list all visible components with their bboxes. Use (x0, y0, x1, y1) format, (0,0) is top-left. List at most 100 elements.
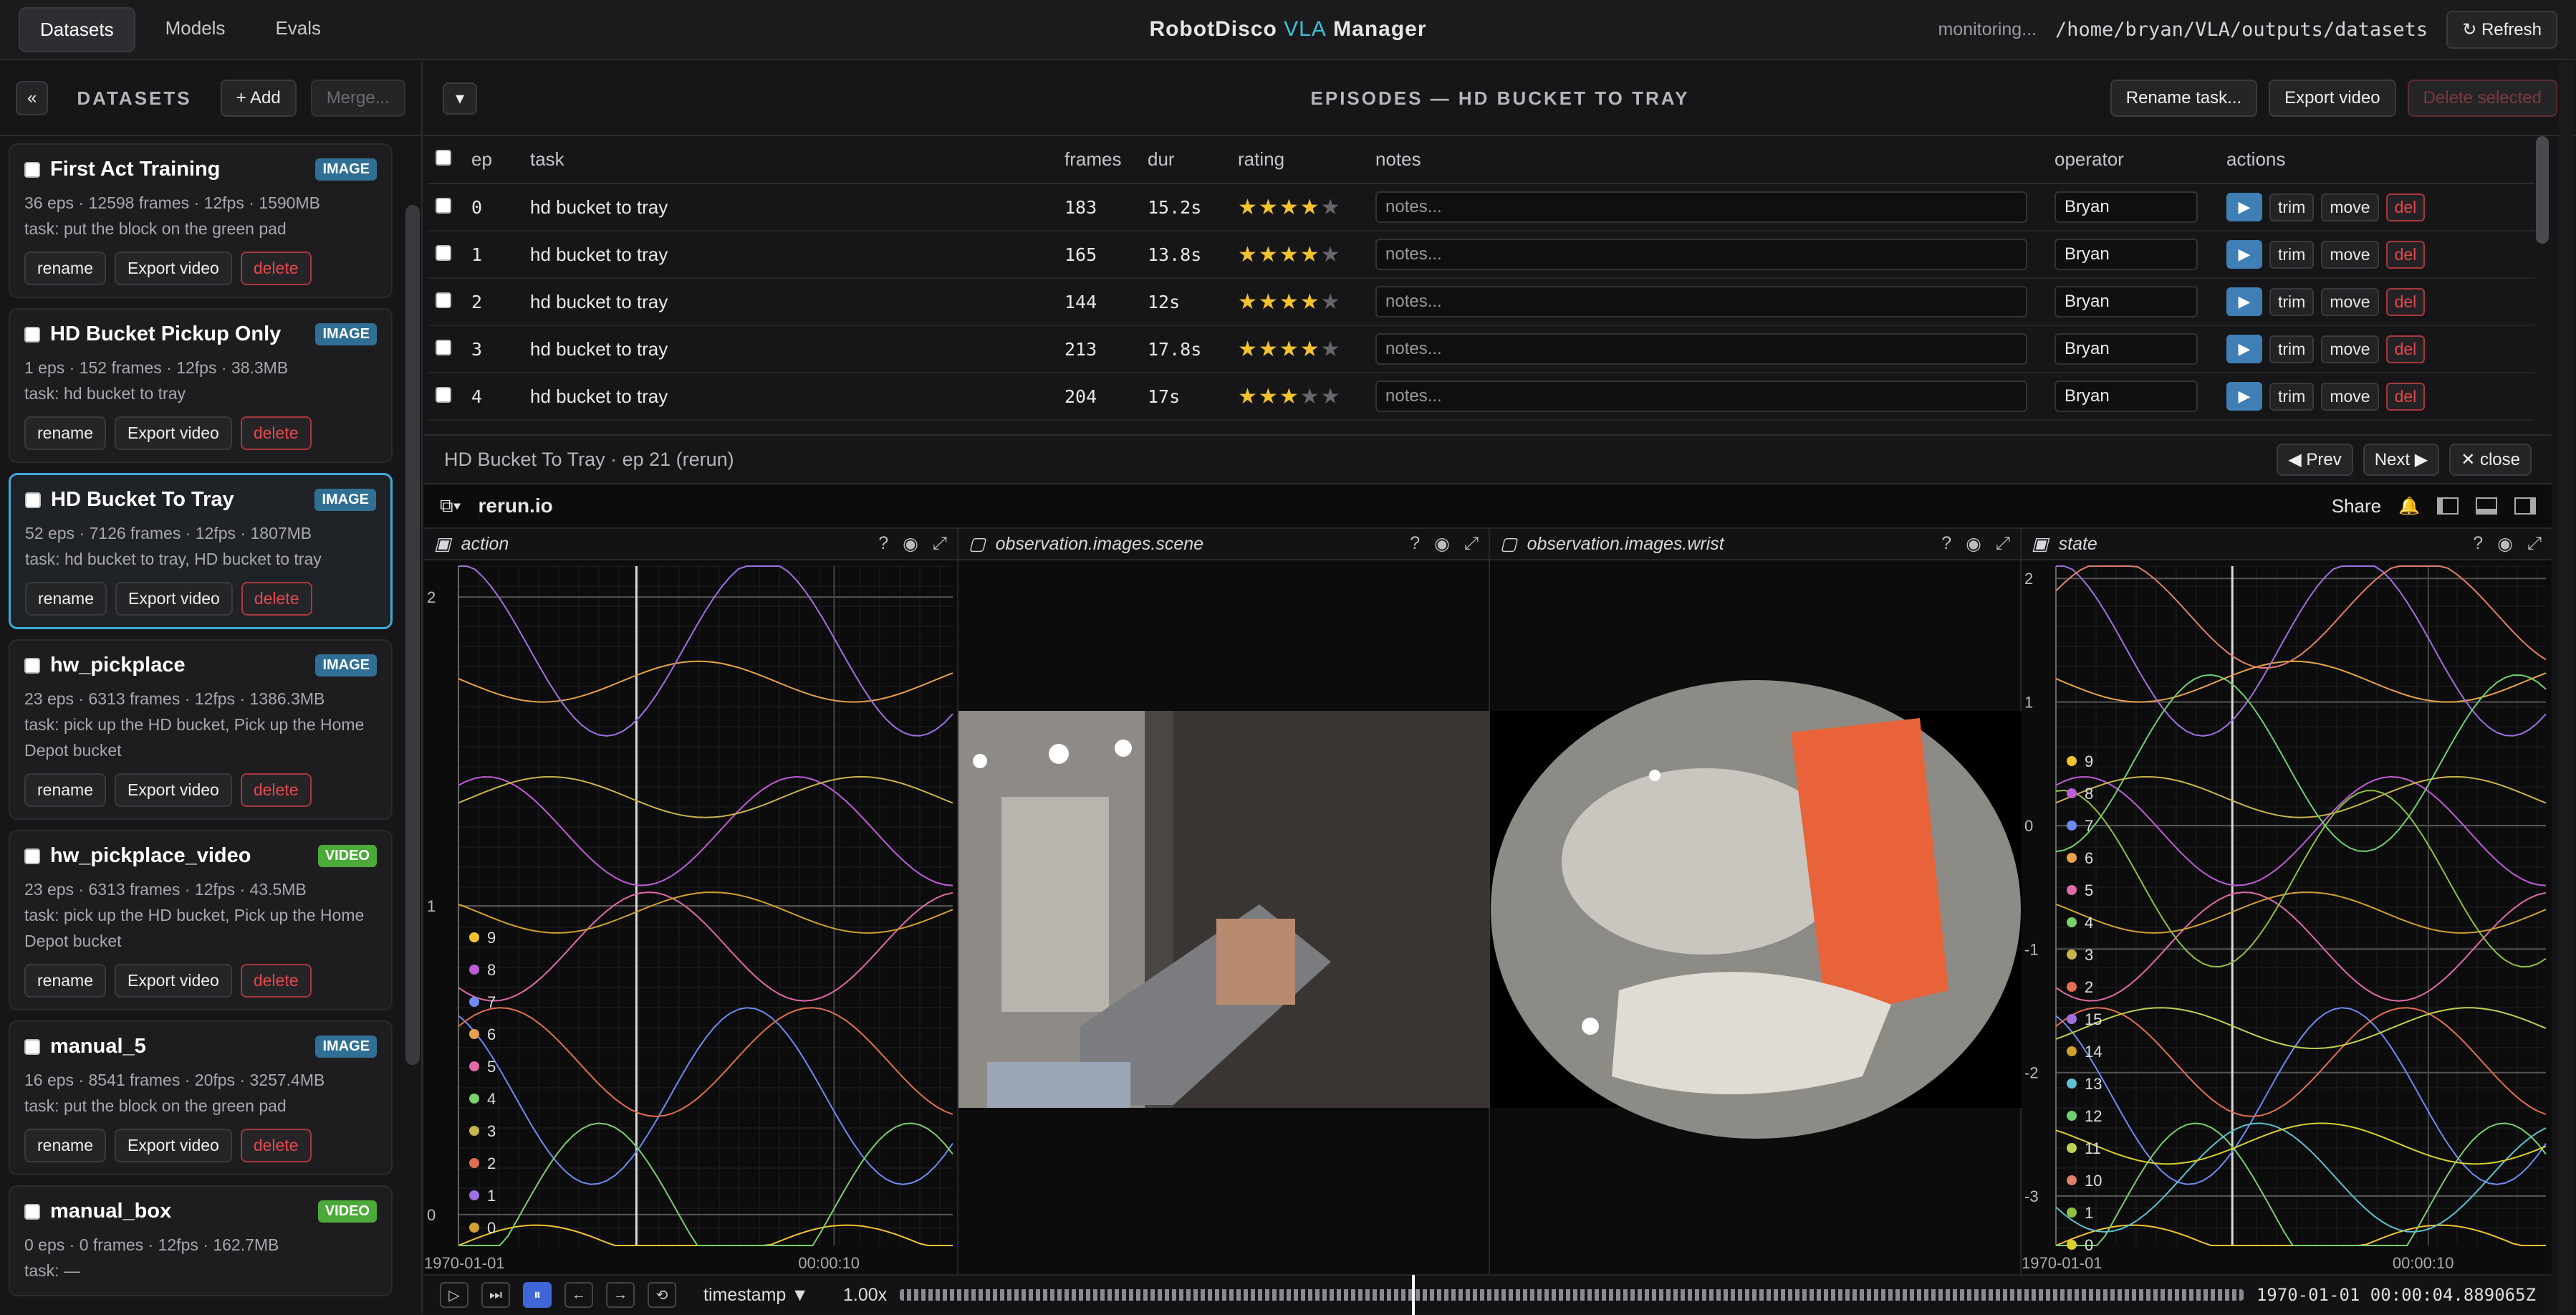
sidebar-scrollbar[interactable] (405, 205, 420, 1065)
legend-swatch[interactable] (2067, 1175, 2077, 1185)
dataset-card[interactable]: HD Bucket To Tray IMAGE 52 eps · 7126 fra… (9, 473, 393, 629)
move-button[interactable]: move (2321, 335, 2379, 363)
legend-swatch[interactable] (2067, 853, 2077, 863)
del-button[interactable]: del (2385, 287, 2426, 316)
play-episode-button[interactable]: ▶ (2226, 240, 2262, 269)
star-icon[interactable]: ★ (1279, 338, 1300, 361)
star-rating[interactable]: ★★★★★ (1238, 385, 1342, 408)
delete-button[interactable]: delete (240, 1129, 312, 1162)
collapse-sidebar-button[interactable]: « (16, 81, 49, 115)
export-video-button[interactable]: Export video (114, 964, 232, 998)
legend-swatch[interactable] (2067, 756, 2077, 766)
page-scrollbar[interactable] (2559, 62, 2573, 1314)
play-episode-button[interactable]: ▶ (2226, 335, 2262, 363)
star-icon[interactable]: ★ (1300, 290, 1321, 314)
expand-icon[interactable]: ⤢ (933, 533, 947, 555)
dataset-card[interactable]: hw_pickplace_video VIDEO 23 eps · 6313 fr… (9, 830, 393, 1010)
notes-input[interactable]: notes... (1375, 191, 2027, 223)
export-video-button[interactable]: Export video (115, 582, 233, 616)
rerun-menu-icon[interactable]: ⧉▾ (440, 494, 461, 517)
legend-swatch[interactable] (2067, 917, 2077, 927)
eye-icon[interactable]: ◉ (1434, 533, 1450, 555)
rename-button[interactable]: rename (24, 964, 106, 998)
legend-swatch[interactable] (469, 1126, 479, 1136)
star-icon[interactable]: ★ (1300, 243, 1321, 267)
dataset-checkbox[interactable] (25, 492, 41, 508)
eye-icon[interactable]: ◉ (1966, 533, 1981, 555)
help-icon[interactable]: ? (878, 533, 888, 555)
prev-button[interactable]: ◀ Prev (2277, 443, 2353, 476)
legend-swatch[interactable] (2067, 982, 2077, 992)
operator-input[interactable]: Bryan (2054, 239, 2198, 270)
trim-button[interactable]: trim (2269, 287, 2315, 316)
star-icon[interactable]: ★ (1259, 243, 1279, 267)
share-button[interactable]: Share (2332, 495, 2381, 517)
star-icon[interactable]: ★ (1259, 338, 1279, 361)
dataset-checkbox[interactable] (24, 1203, 40, 1220)
star-icon[interactable]: ★ (1321, 385, 1342, 408)
expand-icon[interactable]: ⤢ (2527, 533, 2542, 555)
del-button[interactable]: del (2385, 240, 2426, 269)
star-icon[interactable]: ★ (1279, 290, 1300, 314)
timeline-cursor[interactable] (1412, 1275, 1416, 1315)
timeline-scrubber[interactable] (900, 1275, 2244, 1315)
step-forward-icon[interactable]: ⏭ (481, 1282, 510, 1308)
trim-button[interactable]: trim (2269, 382, 2315, 411)
row-checkbox[interactable] (436, 197, 451, 214)
star-rating[interactable]: ★★★★★ (1238, 338, 1342, 361)
rename-button[interactable]: rename (24, 773, 106, 807)
star-icon[interactable]: ★ (1238, 338, 1259, 361)
export-video-button[interactable]: Export video (114, 252, 232, 285)
legend-swatch[interactable] (2067, 1046, 2077, 1056)
dataset-card[interactable]: First Act Training IMAGE 36 eps · 12598 f… (9, 143, 393, 298)
dataset-card[interactable]: manual_box VIDEO 0 eps · 0 frames · 12fps… (9, 1185, 393, 1296)
table-row[interactable]: 2 hd bucket to tray 144 12s ★★★★★ notes.… (428, 278, 2534, 326)
row-checkbox[interactable] (436, 339, 451, 355)
legend-swatch[interactable] (2067, 1014, 2077, 1024)
legend-swatch[interactable] (2067, 885, 2077, 895)
star-icon[interactable]: ★ (1238, 385, 1259, 408)
merge-button[interactable]: Merge... (310, 80, 405, 117)
rename-button[interactable]: rename (24, 252, 106, 285)
star-icon[interactable]: ★ (1321, 290, 1342, 314)
legend-swatch[interactable] (469, 1190, 479, 1200)
play-icon[interactable]: ▷ (440, 1282, 468, 1308)
legend-swatch[interactable] (2067, 1208, 2077, 1218)
export-video-button[interactable]: Export video (2269, 80, 2396, 117)
legend-swatch[interactable] (469, 932, 479, 942)
row-checkbox[interactable] (436, 386, 451, 403)
legend-swatch[interactable] (469, 965, 479, 975)
loop-icon[interactable]: ⟲ (648, 1282, 676, 1308)
operator-input[interactable]: Bryan (2054, 381, 2198, 412)
legend-swatch[interactable] (2067, 1240, 2077, 1250)
dataset-card[interactable]: hw_pickplace IMAGE 23 eps · 6313 frames ·… (9, 639, 393, 820)
legend-swatch[interactable] (469, 1094, 479, 1104)
trim-button[interactable]: trim (2269, 193, 2315, 221)
row-checkbox[interactable] (436, 292, 451, 308)
star-icon[interactable]: ★ (1300, 385, 1321, 408)
operator-input[interactable]: Bryan (2054, 191, 2198, 223)
legend-swatch[interactable] (469, 1158, 479, 1168)
star-icon[interactable]: ★ (1321, 196, 1342, 219)
legend-swatch[interactable] (2067, 950, 2077, 960)
star-icon[interactable]: ★ (1300, 338, 1321, 361)
star-icon[interactable]: ★ (1321, 243, 1342, 267)
help-icon[interactable]: ? (1941, 533, 1951, 555)
notes-input[interactable]: notes... (1375, 333, 2027, 365)
eye-icon[interactable]: ◉ (2497, 533, 2513, 555)
delete-button[interactable]: delete (240, 964, 312, 998)
play-episode-button[interactable]: ▶ (2226, 287, 2262, 316)
star-icon[interactable]: ★ (1279, 243, 1300, 267)
step-next-icon[interactable]: → (606, 1282, 635, 1308)
notification-icon[interactable]: 🔔 (2398, 496, 2420, 517)
table-scrollbar[interactable] (2536, 136, 2549, 244)
star-rating[interactable]: ★★★★★ (1238, 290, 1342, 314)
eye-icon[interactable]: ◉ (903, 533, 918, 555)
delete-button[interactable]: delete (240, 416, 312, 450)
table-row[interactable]: 4 hd bucket to tray 204 17s ★★★★★ notes.… (428, 373, 2534, 421)
rename-task-button[interactable]: Rename task... (2110, 80, 2258, 117)
operator-input[interactable]: Bryan (2054, 333, 2198, 365)
tab-models[interactable]: Models (145, 7, 246, 52)
step-back-icon[interactable]: ← (564, 1282, 593, 1308)
export-video-button[interactable]: Export video (114, 416, 232, 450)
